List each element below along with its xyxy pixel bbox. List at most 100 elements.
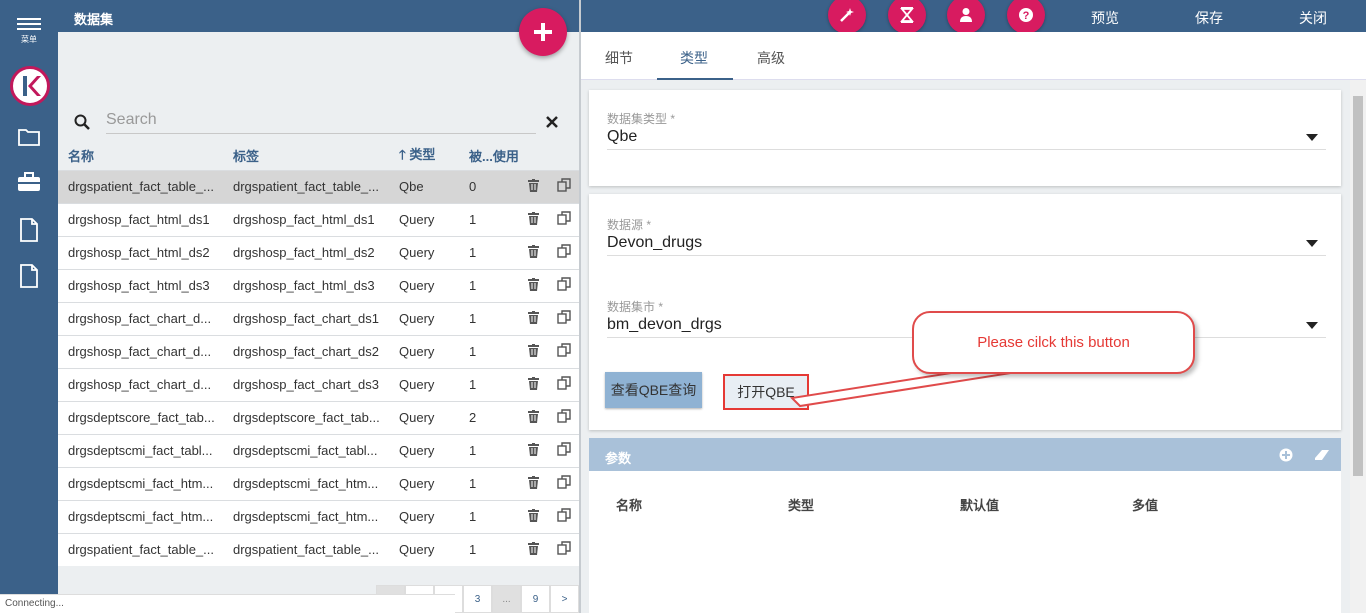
dataset-list-panel: 数据集 名称 标签 🡑 类型 被...使用 drgspatient_fact_t…: [58, 0, 579, 613]
clone-cell: [548, 268, 579, 302]
cell-label: drgsdeptscmi_fact_htm...: [223, 466, 389, 500]
table-row[interactable]: drgsdeptscmi_fact_tabl... drgsdeptscmi_fa…: [58, 433, 579, 467]
open-qbe-button[interactable]: 打开QBE: [723, 374, 809, 410]
k-logo-icon: [23, 76, 41, 96]
help-button[interactable]: ?: [1007, 0, 1045, 34]
tab-details[interactable]: 细节: [605, 48, 633, 68]
clone-icon[interactable]: [556, 310, 571, 324]
datasource-label: 数据源 *: [607, 218, 652, 232]
clone-icon[interactable]: [556, 277, 571, 291]
briefcase-nav-button[interactable]: [0, 169, 58, 195]
document-nav-button-2[interactable]: [0, 262, 58, 290]
menu-button[interactable]: 菜单: [0, 12, 58, 48]
table-row[interactable]: drgshosp_fact_html_ds1 drgshosp_fact_html…: [58, 202, 579, 236]
table-row[interactable]: drgshosp_fact_chart_d... drgshosp_fact_ch…: [58, 334, 579, 368]
cell-used: 1: [459, 466, 518, 500]
clone-icon[interactable]: [556, 475, 571, 489]
add-dataset-button[interactable]: [519, 8, 567, 56]
trash-icon[interactable]: [527, 442, 539, 456]
cell-used: 1: [459, 367, 518, 401]
close-button[interactable]: 关闭: [1299, 8, 1327, 28]
trash-icon[interactable]: [527, 475, 539, 489]
clear-search-icon[interactable]: [546, 116, 558, 128]
column-header-name[interactable]: 名称: [58, 142, 223, 170]
trash-icon[interactable]: [527, 409, 539, 423]
column-header-label[interactable]: 标签: [223, 142, 389, 170]
trash-icon[interactable]: [527, 343, 539, 357]
cell-label: drgspatient_fact_table_...: [223, 169, 389, 203]
cell-used: 1: [459, 334, 518, 368]
folder-nav-button[interactable]: [0, 124, 58, 150]
cell-name: drgspatient_fact_table_...: [58, 532, 223, 566]
clone-icon[interactable]: [556, 376, 571, 390]
column-header-used[interactable]: 被...使用: [459, 142, 518, 170]
search-input[interactable]: [106, 106, 536, 134]
document-icon: [20, 218, 38, 242]
clone-icon[interactable]: [556, 409, 571, 423]
cell-name: drgspatient_fact_table_...: [58, 169, 223, 203]
dataset-type-select[interactable]: 数据集类型 * Qbe: [607, 110, 1326, 150]
scrollbar-thumb[interactable]: [1353, 96, 1363, 476]
datasource-select[interactable]: 数据源 * Devon_drugs: [607, 216, 1326, 256]
delete-cell: [518, 499, 548, 533]
save-button[interactable]: 保存: [1195, 8, 1223, 28]
knowage-logo[interactable]: [10, 66, 50, 106]
column-header-type[interactable]: 🡑 类型: [389, 142, 459, 170]
clone-icon[interactable]: [556, 541, 571, 555]
left-nav: 菜单: [0, 0, 58, 613]
clone-cell: [548, 235, 579, 269]
add-parameter-icon[interactable]: [1279, 448, 1293, 462]
cell-type: Query: [389, 466, 459, 500]
cell-type: Query: [389, 235, 459, 269]
cell-name: drgsdeptscmi_fact_htm...: [58, 466, 223, 500]
tab-advanced[interactable]: 高级: [757, 48, 785, 68]
param-column-name: 名称: [616, 498, 643, 513]
trash-icon[interactable]: [527, 310, 539, 324]
trash-icon[interactable]: [527, 508, 539, 522]
table-row[interactable]: drgshosp_fact_chart_d... drgshosp_fact_ch…: [58, 301, 579, 335]
clone-icon[interactable]: [556, 508, 571, 522]
clone-icon[interactable]: [556, 211, 571, 225]
dataset-detail-panel: ? 预览 保存 关闭 细节 类型 高级 数据集类型 * Qbe 数据源 * De…: [581, 0, 1366, 613]
detail-scrollbar[interactable]: [1350, 80, 1366, 613]
clone-icon[interactable]: [556, 244, 571, 258]
user-button[interactable]: [947, 0, 985, 34]
cell-label: drgshosp_fact_html_ds3: [223, 268, 389, 302]
trash-icon[interactable]: [527, 211, 539, 225]
cell-type: Query: [389, 433, 459, 467]
cell-label: drgshosp_fact_chart_ds3: [223, 367, 389, 401]
table-row[interactable]: drgshosp_fact_chart_d... drgshosp_fact_ch…: [58, 367, 579, 401]
page-last[interactable]: 9: [521, 585, 550, 613]
hourglass-button[interactable]: [888, 0, 926, 34]
table-row[interactable]: drgshosp_fact_html_ds3 drgshosp_fact_html…: [58, 268, 579, 302]
dropdown-arrow-icon: [1306, 240, 1318, 247]
trash-icon[interactable]: [527, 541, 539, 555]
trash-icon[interactable]: [527, 244, 539, 258]
sort-arrow-icon: 🡑: [399, 146, 406, 162]
parameters-header: 参数: [589, 438, 1341, 471]
table-row[interactable]: drgsdeptscore_fact_tab... drgsdeptscore_f…: [58, 400, 579, 434]
trash-icon[interactable]: [527, 178, 539, 192]
clone-icon[interactable]: [556, 178, 571, 192]
page-3[interactable]: 3: [463, 585, 492, 613]
table-row[interactable]: drgspatient_fact_table_... drgspatient_fa…: [58, 169, 579, 203]
document-nav-button[interactable]: [0, 216, 58, 244]
clone-icon[interactable]: [556, 343, 571, 357]
tab-type[interactable]: 类型: [680, 48, 708, 68]
eraser-icon[interactable]: [1314, 448, 1330, 462]
trash-icon[interactable]: [527, 277, 539, 291]
wizard-button[interactable]: [828, 0, 866, 34]
cell-type: Query: [389, 532, 459, 566]
table-row[interactable]: drgspatient_fact_table_... drgspatient_fa…: [58, 532, 579, 566]
page-next[interactable]: >: [550, 585, 579, 613]
cell-label: drgsdeptscmi_fact_htm...: [223, 499, 389, 533]
trash-icon[interactable]: [527, 376, 539, 390]
table-row[interactable]: drgsdeptscmi_fact_htm... drgsdeptscmi_fac…: [58, 499, 579, 533]
cell-type: Query: [389, 400, 459, 434]
column-header-clone: [548, 142, 579, 170]
clone-icon[interactable]: [556, 442, 571, 456]
view-qbe-query-button[interactable]: 查看QBE查询: [605, 372, 702, 408]
preview-button[interactable]: 预览: [1091, 8, 1119, 28]
table-row[interactable]: drgsdeptscmi_fact_htm... drgsdeptscmi_fac…: [58, 466, 579, 500]
table-row[interactable]: drgshosp_fact_html_ds2 drgshosp_fact_html…: [58, 235, 579, 269]
